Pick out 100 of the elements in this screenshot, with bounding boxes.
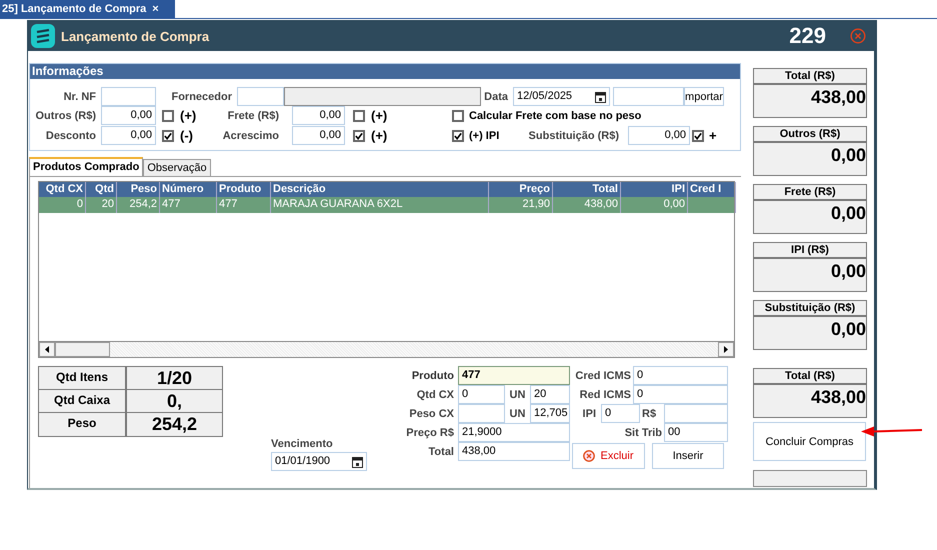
close-icon[interactable]: × [152,3,159,15]
field-label: Qtd CX [416,388,454,400]
table-cell: 20 [86,197,117,213]
total-label: Total (R$) [754,369,866,385]
input-field[interactable] [101,87,156,106]
input-field[interactable]: 0 [601,404,640,423]
field-label: Fornecedor [170,90,232,102]
total-label: Outros (R$) [754,127,866,143]
calendar-icon [352,456,363,468]
field-label: Cred ICMS [574,370,631,382]
table-cell: MARAJA GUARANA 6X2L [271,197,489,213]
sign-label: (+) [180,108,198,123]
delete-button[interactable]: Excluir [572,443,645,469]
input-field[interactable]: 0,00 [628,126,690,145]
field-label: UN [508,408,526,420]
total-value: 0,00 [754,259,866,291]
table-cell: 477 [217,197,271,213]
checkbox-label: Calcular Frete com base no peso [469,110,642,122]
input-field[interactable]: 438,00 [458,442,570,461]
horizontal-scrollbar[interactable] [39,341,734,357]
summary-value: 1/20 [127,367,222,389]
sign-label: (-) [180,128,194,143]
sign-label: + [709,128,718,143]
input-field[interactable]: 12,705 [530,404,570,423]
field-label: Preço R$ [405,426,454,438]
tab[interactable]: Produtos Comprado [29,157,144,176]
table-cell: 0 [39,197,86,213]
summary-label: Qtd Itens [39,367,127,389]
tab-label: 25] Lançamento de Compra [2,3,146,15]
checkbox[interactable] [353,130,365,142]
delete-icon [583,450,596,462]
input-field[interactable]: 00 [664,423,728,442]
field-label: R$ [642,408,658,420]
field-label: Nr. NF [62,90,96,102]
field-label: Red ICMS [578,388,631,400]
checkbox[interactable] [353,110,365,122]
field-label: Sit Trib [624,426,662,438]
field-label: Total [428,446,454,458]
input-field[interactable]: 0,00 [101,126,156,145]
field-label: Acrescimo [222,130,279,142]
total-value: 438,00 [754,385,866,417]
checkbox[interactable] [692,130,704,142]
input-field[interactable] [613,87,684,106]
total-value: 0,00 [754,201,866,233]
conclude-button[interactable]: Concluir Compras [753,422,866,461]
pointer-arrow [861,426,923,437]
input-field[interactable] [237,87,284,106]
scrollbar-thumb[interactable] [55,342,110,357]
calendar-icon [595,90,606,102]
checkbox[interactable] [162,110,174,122]
summary-label: Peso [39,413,127,436]
input-field[interactable]: 0,00 [292,126,345,145]
checkbox[interactable] [452,130,464,142]
input-field[interactable]: 0,00 [292,106,345,125]
field-label: IPI [582,408,596,420]
sign-label: (+) [371,128,388,143]
sign-label: (+) [371,108,388,123]
total-value: 438,00 [754,85,866,117]
table-cell: 438,00 [553,197,621,213]
window-title: Lançamento de Compra [61,28,210,44]
field-label: Peso CX [408,408,454,420]
input-field[interactable] [458,404,505,423]
right-arrow-icon[interactable] [724,346,728,353]
app-tab[interactable]: 25] Lançamento de Compra × [0,0,175,18]
total-value: 0,00 [754,317,866,349]
date-field[interactable]: 12/05/2025 [513,87,610,106]
checkbox-label: (+) IPI [469,130,500,142]
total-label: Frete (R$) [754,185,866,201]
field-label: UN [508,388,526,400]
input-field[interactable] [664,404,728,423]
field-label: Desconto [44,130,96,142]
insert-button[interactable]: Inserir [652,443,724,469]
left-arrow-icon[interactable] [45,346,49,353]
table-cell: 21,90 [489,197,553,213]
field-label: Substituição (R$) [528,130,619,142]
field-label: Vencimento [271,438,334,450]
table-cell: 0,00 [621,197,688,213]
input-field[interactable]: 0,00 [101,106,156,125]
total-label: Total (R$) [754,69,866,85]
section-header: Informações [30,64,740,79]
date-field[interactable]: 01/01/1900 [271,452,367,471]
input-field[interactable]: 21,9000 [458,423,570,442]
summary-value: 254,2 [127,413,222,436]
checkbox[interactable] [162,130,174,142]
checkbox[interactable] [452,110,464,122]
import-button[interactable]: mportar [684,87,724,106]
table-cell: 477 [160,197,217,213]
input-field[interactable]: 0 [633,385,728,404]
purchase-number: 229 [789,23,826,49]
tab[interactable]: Observação [143,159,211,176]
input-field[interactable]: 20 [530,385,570,404]
field-label: Produto [410,370,454,382]
summary-label: Qtd Caixa [39,390,127,412]
input-field[interactable]: 0 [633,366,728,385]
total-label: IPI (R$) [754,243,866,259]
input-field[interactable]: 0 [458,385,505,404]
input-field[interactable]: 477 [458,366,570,385]
field-label: Data [483,90,508,102]
table-cell: 254,2 [117,197,160,213]
summary-value: 0, [127,390,222,412]
